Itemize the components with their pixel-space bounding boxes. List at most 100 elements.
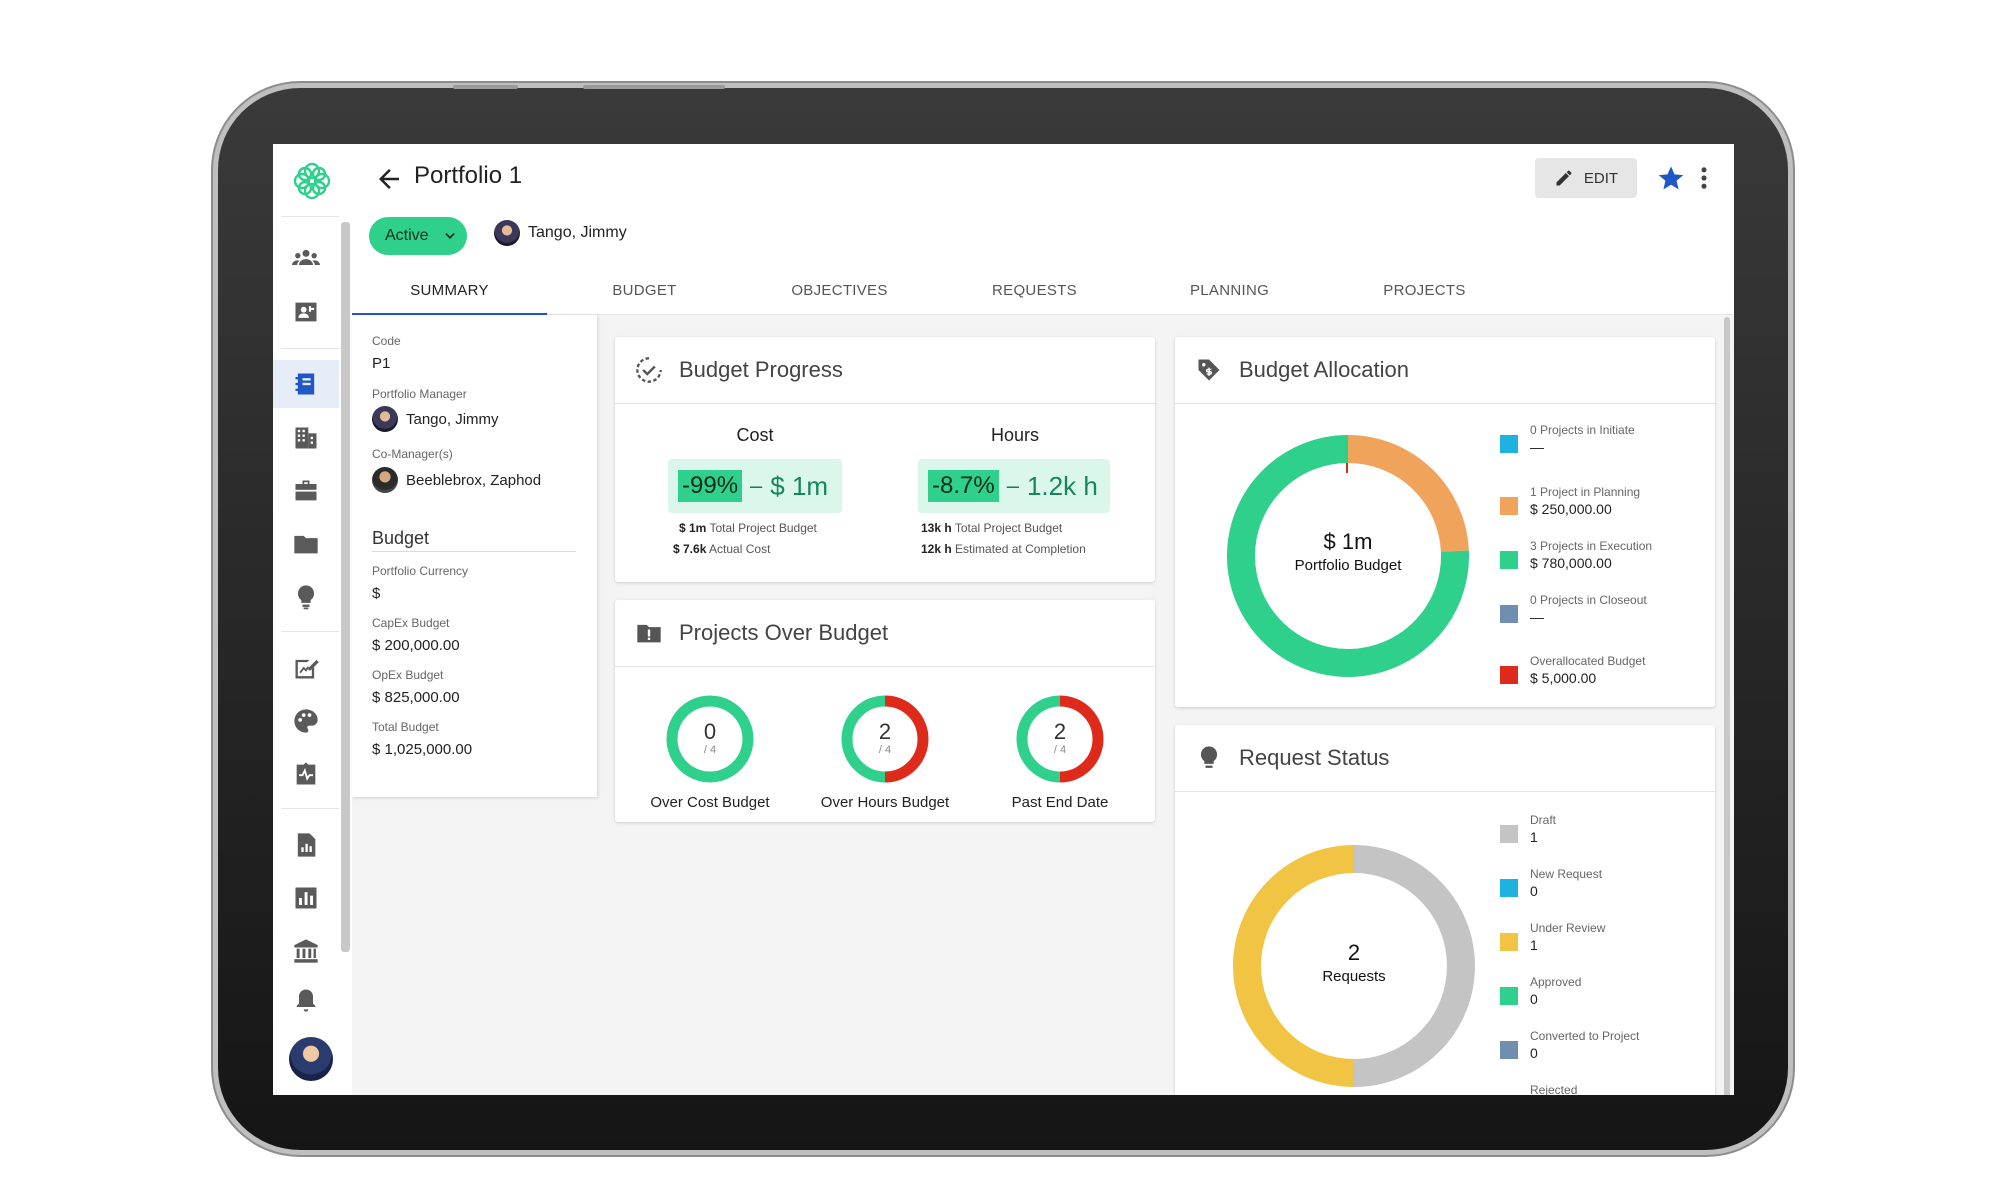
folder-alert-icon	[637, 624, 661, 643]
tab-summary[interactable]: SUMMARY	[352, 267, 547, 316]
page-header: Portfolio 1 EDIT Active Tango, Jimmy SUM…	[352, 144, 1734, 316]
content-scrollbar[interactable]	[1724, 317, 1730, 1095]
allocation-legend-name: 0 Projects in Initiate	[1530, 423, 1635, 437]
capex-label: CapEx Budget	[372, 616, 450, 630]
pencil-icon	[1556, 170, 1572, 186]
health-icon	[296, 762, 316, 785]
code-value: P1	[372, 355, 391, 372]
allocation-legend-name: 0 Projects in Closeout	[1530, 593, 1647, 607]
sidebar-item-planning[interactable]	[273, 644, 339, 692]
hardware-button	[583, 85, 725, 89]
report-icon	[297, 833, 316, 857]
cost-delta: -99%	[678, 470, 743, 502]
hours-separator: –	[1006, 473, 1019, 498]
over-budget-donut: 2/ 4	[1016, 695, 1104, 783]
opex-label: OpEx Budget	[372, 668, 444, 682]
request-legend-name: Under Review	[1530, 921, 1606, 935]
folder-icon	[294, 535, 318, 554]
cost-amount: $ 1m	[770, 470, 829, 501]
status-dropdown[interactable]: Active	[369, 217, 467, 255]
allocation-center-value: $ 1m	[1323, 529, 1373, 554]
sidebar-divider	[281, 808, 339, 809]
sidebar-item-organizations[interactable]	[273, 414, 339, 462]
allocation-legend-swatch	[1500, 551, 1518, 569]
request-status-card: Request Status 2 Requests Draft 1 New Requ…	[1175, 725, 1715, 1095]
over-budget-total: / 4	[704, 744, 716, 756]
sidebar-item-people[interactable]	[273, 234, 339, 282]
sidebar-item-notifications[interactable]	[273, 976, 339, 1024]
allocation-legend-value: $ 780,000.00	[1530, 555, 1612, 571]
request-center-value: 2	[1347, 940, 1361, 965]
budget-allocation-card: Budget Allocation $ 1m Portfolio Budget …	[1175, 337, 1715, 707]
currency-value: $	[372, 585, 381, 602]
card-header: Budget Allocation	[1175, 337, 1715, 404]
tab-planning[interactable]: PLANNING	[1132, 267, 1327, 313]
request-legend-value: 0	[1530, 991, 1538, 1007]
sidebar-item-ideas[interactable]	[273, 573, 339, 621]
allocation-legend-name: 3 Projects in Execution	[1530, 539, 1653, 553]
tab-objectives[interactable]: OBJECTIVES	[742, 267, 937, 313]
card-header: Budget Progress	[615, 337, 1155, 404]
request-legend-swatch	[1500, 987, 1518, 1005]
hours-line-2: 12k h Estimated at Completion	[921, 542, 1086, 556]
contact-icon	[295, 302, 317, 322]
hours-line-1-value: 13k h	[921, 521, 952, 535]
sidebar-item-documents[interactable]	[273, 520, 339, 568]
sidebar-item-health[interactable]	[273, 750, 339, 798]
allocation-legend-value: $ 250,000.00	[1530, 501, 1612, 517]
allocation-legend-swatch	[1500, 497, 1518, 515]
hours-column: Hours	[915, 425, 1115, 446]
allocation-legend-value: —	[1530, 439, 1544, 455]
comanager-name: Beeblebrox, Zaphod	[406, 471, 542, 489]
allocation-legend-value: —	[1530, 609, 1544, 625]
hours-delta: -8.7%	[928, 470, 999, 502]
sidebar-item-portfolios[interactable]	[273, 360, 339, 408]
request-legend-swatch	[1500, 825, 1518, 843]
tab-budget[interactable]: BUDGET	[547, 267, 742, 313]
hours-line-2-label: Estimated at Completion	[955, 542, 1086, 556]
owner-name: Tango, Jimmy	[528, 224, 627, 241]
hardware-button	[453, 85, 518, 89]
manager-person[interactable]: Tango, Jimmy	[372, 406, 499, 432]
request-center: 2 Requests	[1264, 940, 1444, 985]
sidebar-item-finance[interactable]	[273, 927, 339, 975]
portfolio-owner[interactable]: Tango, Jimmy	[494, 220, 627, 246]
cost-line-1: $ 1m Total Project Budget	[679, 521, 817, 535]
status-label: Active	[385, 227, 429, 244]
cost-separator: –	[750, 473, 763, 498]
capex-value: $ 200,000.00	[372, 637, 460, 654]
manager-label: Portfolio Manager	[372, 387, 467, 401]
code-label: Code	[372, 334, 401, 348]
edit-button[interactable]: EDIT	[1535, 158, 1637, 198]
user-avatar[interactable]	[289, 1037, 333, 1081]
sidebar	[273, 144, 352, 1095]
sidebar-item-contacts[interactable]	[273, 288, 339, 336]
manager-avatar	[372, 406, 398, 432]
over-budget-label: Over Cost Budget	[650, 794, 770, 811]
tab-projects[interactable]: PROJECTS	[1327, 267, 1522, 313]
app-logo[interactable]	[289, 158, 335, 204]
tab-requests[interactable]: REQUESTS	[937, 267, 1132, 313]
cost-line-1-value: $ 1m	[679, 521, 707, 535]
sidebar-scrollbar[interactable]	[341, 222, 350, 952]
sidebar-item-projects[interactable]	[273, 467, 339, 515]
more-vert-icon[interactable]	[1697, 164, 1711, 192]
sidebar-item-analytics[interactable]	[273, 874, 339, 922]
lightbulb-icon	[297, 585, 315, 610]
sidebar-item-reports[interactable]	[273, 821, 339, 869]
request-legend-swatch	[1500, 879, 1518, 897]
over-budget-count: 2	[1054, 719, 1066, 744]
back-arrow-icon[interactable]	[374, 164, 404, 194]
bell-icon	[296, 989, 316, 1012]
page-title: Portfolio 1	[414, 162, 523, 189]
request-legend-value: 0	[1530, 883, 1538, 899]
total-label: Total Budget	[372, 720, 439, 734]
tab-bar: SUMMARY BUDGET OBJECTIVES REQUESTS PLANN…	[352, 267, 1522, 316]
allocation-legend-name: Overallocated Budget	[1530, 654, 1646, 668]
check-circle-icon	[636, 357, 662, 383]
sidebar-item-resources[interactable]	[273, 697, 339, 745]
comanager-person[interactable]: Beeblebrox, Zaphod	[372, 467, 541, 493]
favorite-star-icon[interactable]	[1657, 164, 1685, 192]
allocation-center-label: Portfolio Budget	[1294, 557, 1402, 574]
budget-heading: Budget	[372, 528, 576, 552]
